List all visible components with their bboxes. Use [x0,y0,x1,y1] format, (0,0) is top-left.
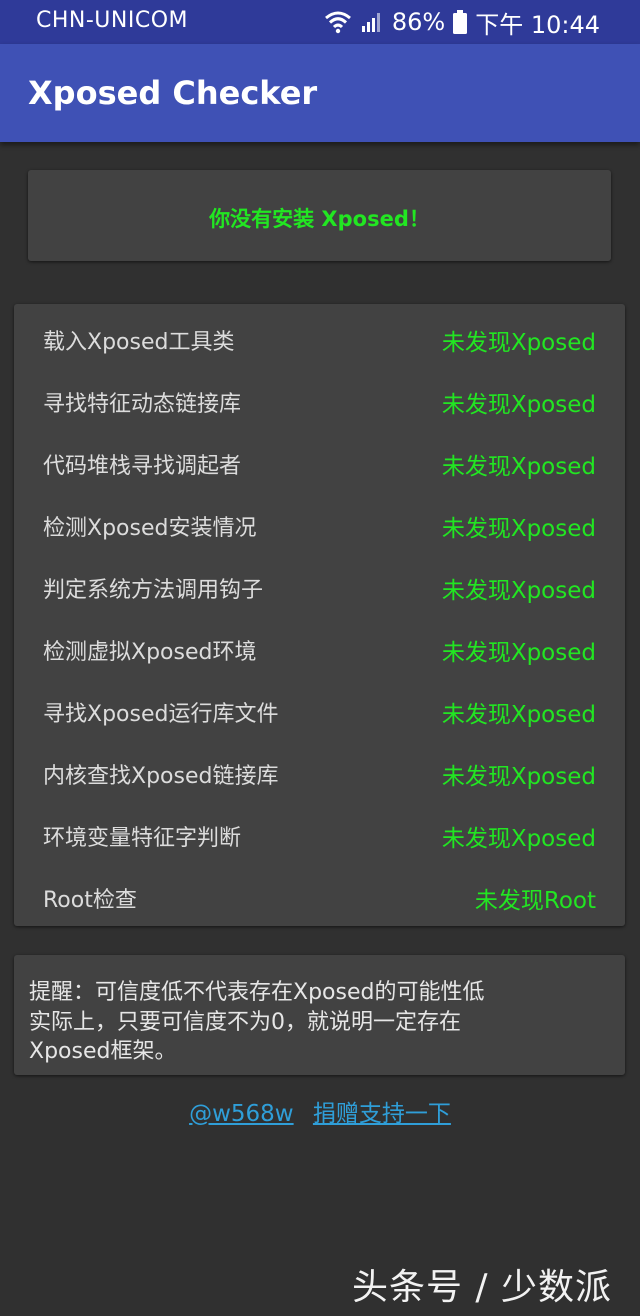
check-result: 未发现Xposed [441,578,596,604]
check-result: 未发现Xposed [441,640,596,666]
install-status-card: 你没有安装 Xposed！ [28,170,611,261]
check-row-runtime-files: 寻找Xposed运行库文件 未发现Xposed [14,678,625,740]
wifi-icon [324,10,352,34]
check-row-env-vars: 环境变量特征字判断 未发现Xposed [14,802,625,864]
check-row-root: Root检查 未发现Root [14,864,625,926]
check-row-install-status: 检测Xposed安装情况 未发现Xposed [14,492,625,554]
install-status-message: 你没有安装 Xposed！ [209,207,430,231]
check-row-stack-trace: 代码堆栈寻找调起者 未发现Xposed [14,430,625,492]
check-label: 检测虚拟Xposed环境 [43,640,257,665]
check-row-dynamic-lib: 寻找特征动态链接库 未发现Xposed [14,368,625,430]
check-result: 未发现Xposed [441,764,596,790]
watermark: 头条号 / 少数派 [351,1267,612,1308]
check-row-method-hook: 判定系统方法调用钩子 未发现Xposed [14,554,625,616]
app-title: Xposed Checker [28,74,318,112]
check-result: 未发现Xposed [441,826,596,852]
reminder-line-2: 实际上，只要可信度不为0，就说明一定存在 [29,1010,461,1035]
check-label: 寻找Xposed运行库文件 [43,702,279,727]
check-result: 未发现Xposed [441,516,596,542]
check-label: 内核查找Xposed链接库 [43,764,279,789]
check-list-card: 载入Xposed工具类 未发现Xposed 寻找特征动态链接库 未发现Xpose… [14,304,625,926]
clock-label: 下午 10:44 [475,10,600,39]
check-label: 检测Xposed安装情况 [43,516,257,541]
check-result: 未发现Root [474,888,596,914]
check-result: 未发现Xposed [441,392,596,418]
check-row-virtual-xposed: 检测虚拟Xposed环境 未发现Xposed [14,616,625,678]
check-label: Root检查 [43,888,137,913]
reminder-line-3: Xposed框架。 [29,1039,177,1064]
check-row-kernel-lib: 内核查找Xposed链接库 未发现Xposed [14,740,625,802]
reminder-line-1: 提醒：可信度低不代表存在Xposed的可能性低 [29,980,485,1005]
battery-percent: 86% [391,8,446,36]
check-result: 未发现Xposed [441,330,596,356]
author-link[interactable]: @w568w [189,1101,294,1127]
check-result: 未发现Xposed [441,702,596,728]
check-label: 代码堆栈寻找调起者 [43,454,242,479]
status-bar: CHN-UNICOM 86% 下午 10:44 [0,0,640,44]
donate-link[interactable]: 捐赠支持一下 [313,1101,451,1127]
check-label: 环境变量特征字判断 [43,826,242,851]
check-label: 判定系统方法调用钩子 [43,578,264,603]
battery-icon [453,10,468,34]
reminder-card: 提醒：可信度低不代表存在Xposed的可能性低 实际上，只要可信度不为0，就说明… [14,955,625,1075]
app-bar: Xposed Checker [0,44,640,142]
check-label: 载入Xposed工具类 [43,330,235,355]
signal-icon [360,11,384,33]
check-result: 未发现Xposed [441,454,596,480]
check-label: 寻找特征动态链接库 [43,392,242,417]
footer-links: @w568w 捐赠支持一下 [0,1094,640,1128]
carrier-label: CHN-UNICOM [36,8,189,33]
check-row-load-tools: 载入Xposed工具类 未发现Xposed [14,306,625,368]
status-indicators: 86% 下午 10:44 [324,6,600,39]
